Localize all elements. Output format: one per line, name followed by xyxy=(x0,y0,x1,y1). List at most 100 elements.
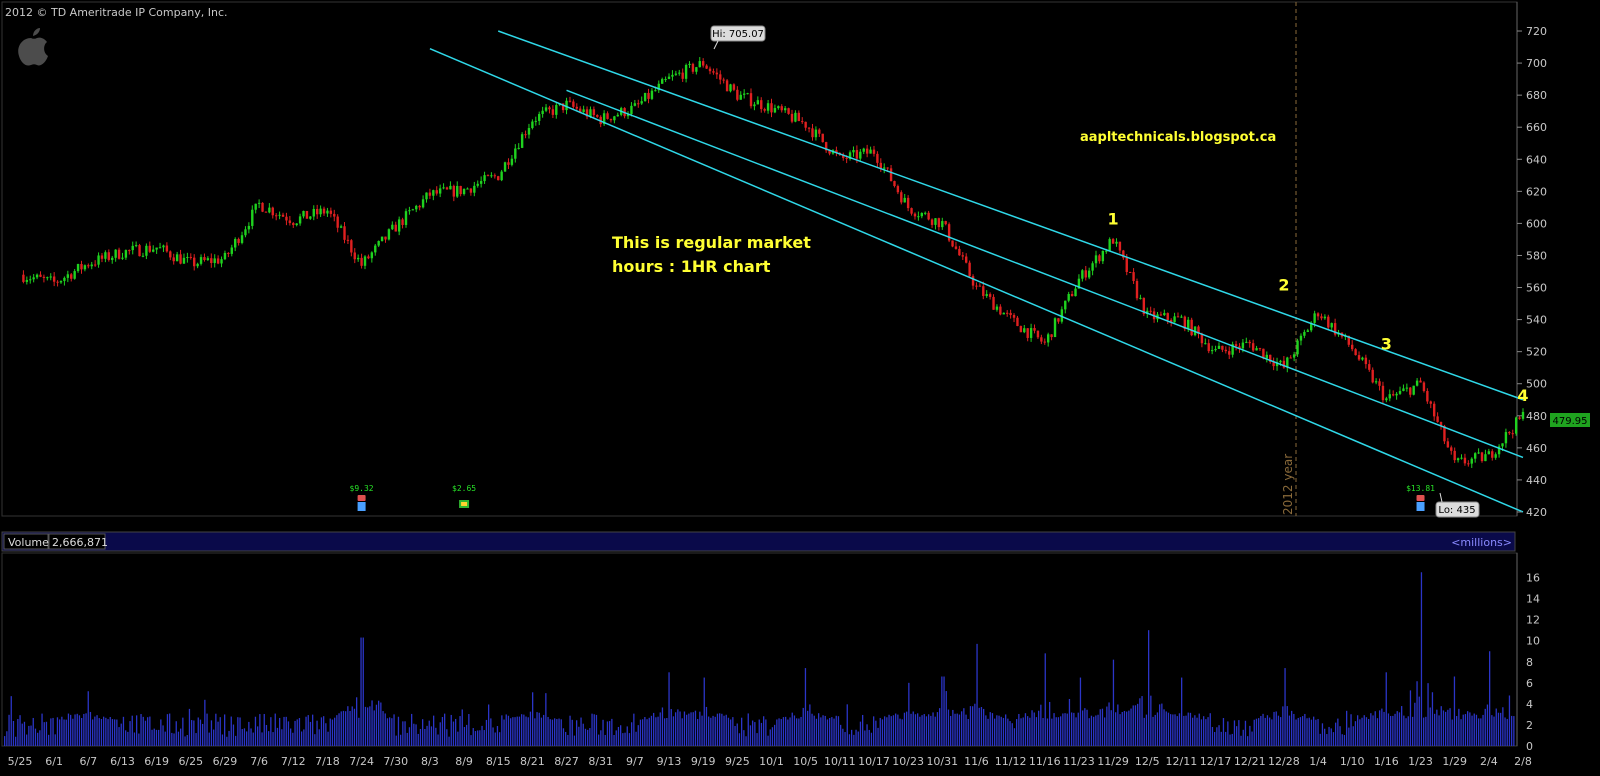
candle-body xyxy=(906,197,910,209)
candle-body xyxy=(988,294,992,297)
volume-bar xyxy=(752,720,754,746)
candle-body xyxy=(1518,417,1521,419)
volume-tick-label: 10 xyxy=(1526,635,1540,648)
candle-body xyxy=(295,223,298,226)
volume-bar xyxy=(1308,717,1310,746)
candle-body xyxy=(886,167,889,169)
candle-body xyxy=(415,205,418,210)
volume-bar xyxy=(1416,681,1418,746)
volume-bar xyxy=(1352,726,1354,746)
volume-bar xyxy=(1046,718,1049,746)
volume-bar xyxy=(147,717,149,746)
volume-bar xyxy=(593,714,595,746)
volume-bar xyxy=(851,729,853,746)
price-tick-label: 660 xyxy=(1526,121,1547,134)
candle-body xyxy=(1508,432,1511,434)
candle-body xyxy=(804,121,807,128)
volume-bar xyxy=(138,733,140,746)
volume-bar xyxy=(815,718,818,746)
candle-body xyxy=(83,265,87,270)
volume-bar xyxy=(985,715,987,746)
candle-body xyxy=(1494,454,1497,458)
volume-bar xyxy=(635,731,637,746)
volume-bar xyxy=(1011,723,1013,746)
volume-bar xyxy=(30,725,32,746)
candle-body xyxy=(234,239,237,248)
candle-body xyxy=(865,148,869,154)
volume-bar xyxy=(769,729,771,746)
candle-body xyxy=(189,256,192,258)
volume-bar xyxy=(195,733,197,746)
volume-bar xyxy=(144,720,147,746)
candle-body xyxy=(701,61,705,66)
candle-body xyxy=(438,188,442,194)
volume-bar xyxy=(1321,723,1324,746)
candle-body xyxy=(739,94,742,100)
volume-bar xyxy=(1326,734,1328,746)
touch-point-label: 3 xyxy=(1381,335,1392,354)
volume-bar xyxy=(760,722,763,746)
volume-bar xyxy=(285,716,287,746)
volume-bar xyxy=(1354,721,1357,746)
volume-bar xyxy=(1427,683,1429,746)
volume-bar xyxy=(657,716,659,746)
candle-body xyxy=(25,280,29,282)
volume-bar xyxy=(829,718,831,746)
volume-bar xyxy=(932,712,934,746)
volume-bar xyxy=(1392,715,1394,746)
volume-bar xyxy=(580,717,582,746)
volume-bar xyxy=(1128,710,1130,746)
volume-bar xyxy=(950,715,952,746)
volume-bar xyxy=(1055,717,1057,746)
volume-bar xyxy=(105,717,107,746)
volume-bar xyxy=(1493,716,1495,746)
volume-bar xyxy=(334,717,336,746)
volume-bar xyxy=(650,715,653,746)
volume-bar xyxy=(1038,710,1040,746)
volume-bar xyxy=(1269,717,1271,746)
volume-bar xyxy=(378,700,380,746)
volume-bar xyxy=(974,703,976,746)
candle-body xyxy=(408,210,411,212)
volume-bar xyxy=(899,718,901,746)
volume-bar xyxy=(705,706,708,746)
volume-bar xyxy=(518,716,521,746)
volume-bar xyxy=(213,729,215,746)
date-tick-label: 7/12 xyxy=(281,755,306,768)
candle-body xyxy=(548,107,551,110)
volume-bar xyxy=(241,729,243,746)
volume-bar xyxy=(1346,710,1348,746)
volume-bar xyxy=(235,735,237,746)
volume-bar xyxy=(1088,718,1090,746)
volume-bar xyxy=(1185,715,1187,746)
candle-body xyxy=(678,72,681,74)
volume-bar xyxy=(626,726,628,746)
volume-bar xyxy=(1009,721,1011,746)
volume-bar xyxy=(562,728,565,746)
volume-bar xyxy=(479,730,481,746)
volume-bar xyxy=(1007,718,1009,746)
candle-body xyxy=(1207,343,1210,352)
candle-body xyxy=(1012,315,1016,318)
volume-bar xyxy=(802,707,804,746)
candle-body xyxy=(514,148,517,159)
volume-bar xyxy=(426,725,428,746)
candle-body xyxy=(982,286,985,296)
year-marker-label: 2012 year xyxy=(1281,454,1295,515)
candle-body xyxy=(995,306,999,310)
volume-bar xyxy=(842,728,844,746)
volume-bar xyxy=(296,719,298,746)
candle-body xyxy=(746,93,749,95)
volume-bar xyxy=(681,718,683,746)
candle-body xyxy=(302,210,305,217)
volume-bar xyxy=(1436,709,1438,746)
candle-body xyxy=(292,223,295,226)
volume-bar xyxy=(1361,717,1363,746)
volume-bar xyxy=(1097,714,1099,746)
volume-bar xyxy=(1425,716,1427,746)
volume-bar xyxy=(934,716,936,746)
candle-body xyxy=(73,271,76,279)
candle-body xyxy=(965,256,968,263)
candle-body xyxy=(315,208,319,215)
volume-bar xyxy=(1205,719,1207,746)
